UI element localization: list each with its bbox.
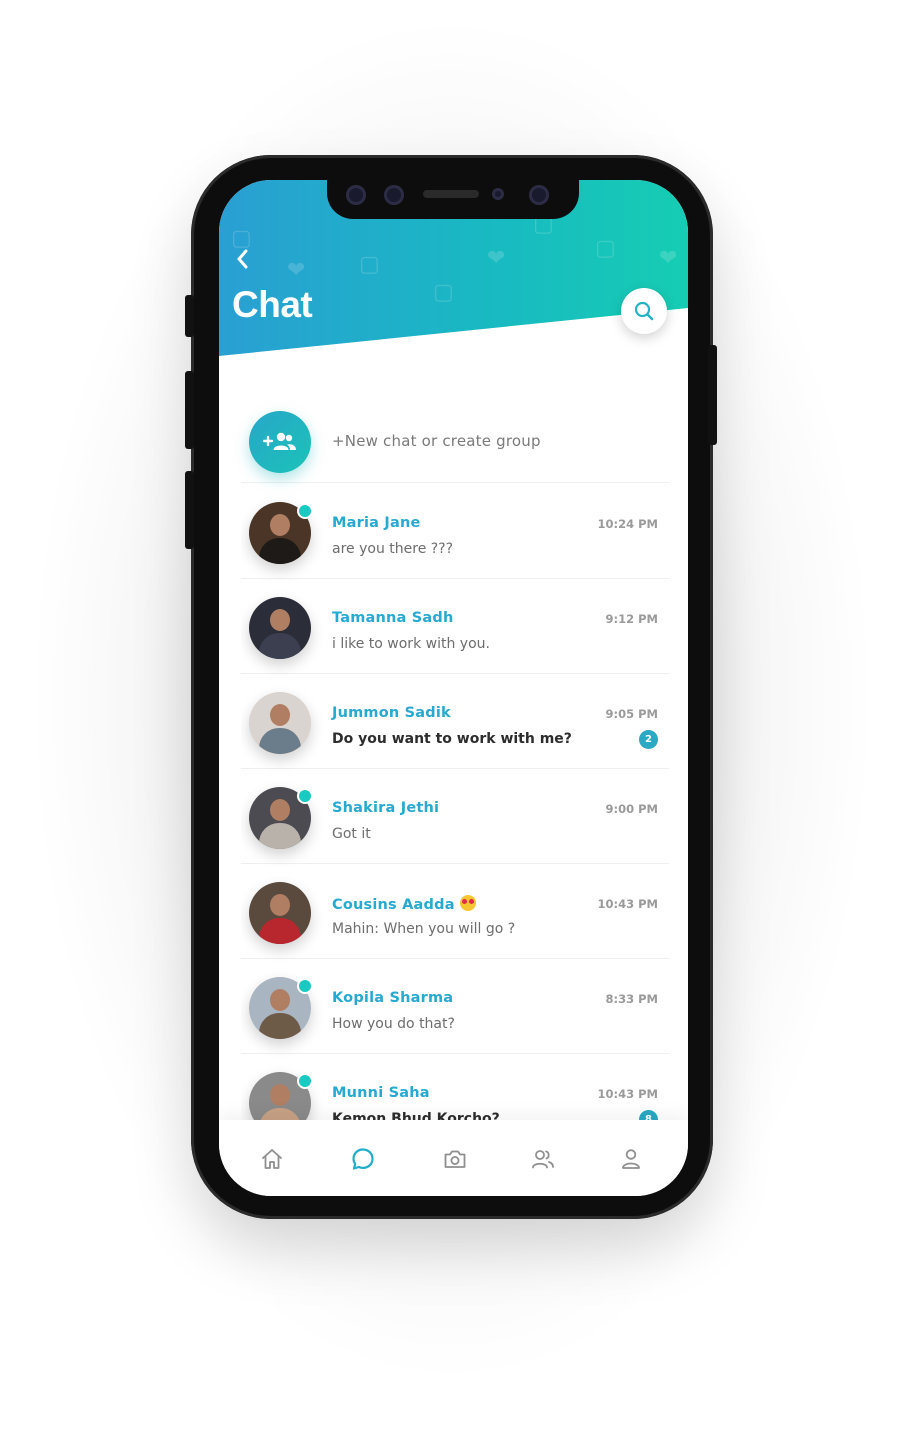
chat-row[interactable]: Maria Jane are you there ??? 10:24 PM bbox=[241, 484, 669, 579]
chat-row[interactable]: Munni Saha Kemon Bhud Korcho? 10:43 PM 8 bbox=[241, 1054, 669, 1120]
online-indicator bbox=[297, 503, 313, 519]
contact-name: Shakira Jethi bbox=[332, 800, 440, 816]
home-icon bbox=[262, 1149, 282, 1169]
message-time: 10:43 PM bbox=[597, 1087, 658, 1101]
heart-pattern-icon: ❤ bbox=[659, 246, 678, 271]
chat-row[interactable]: Shakira Jethi Got it 9:00 PM bbox=[241, 769, 669, 864]
silent-switch bbox=[185, 295, 194, 337]
add-group-icon bbox=[249, 411, 311, 473]
new-chat-label: +New chat or create group bbox=[332, 432, 541, 450]
camera-icon bbox=[444, 1150, 466, 1168]
last-message: i like to work with you. bbox=[332, 636, 490, 652]
phone-frame: ▢ ❤ ▢ ▢ ❤ ▢ ❤ ▢ Chat +New chat or create… bbox=[185, 155, 717, 1219]
proximity-sensor-icon bbox=[492, 188, 504, 200]
app-screen: ▢ ❤ ▢ ▢ ❤ ▢ ❤ ▢ Chat +New chat or create… bbox=[219, 180, 688, 1196]
message-time: 9:00 PM bbox=[605, 802, 658, 816]
contact-name: Kopila Sharma bbox=[332, 990, 454, 1006]
contact-name: Munni Saha bbox=[332, 1085, 430, 1101]
chat-row[interactable]: Jummon Sadik Do you want to work with me… bbox=[241, 674, 669, 769]
message-pattern-icon: ▢ bbox=[433, 280, 454, 305]
volume-up-button bbox=[185, 371, 194, 449]
unread-badge: 8 bbox=[639, 1110, 658, 1120]
unread-badge: 2 bbox=[639, 730, 658, 749]
message-time: 9:05 PM bbox=[605, 707, 658, 721]
front-sensor-icon bbox=[384, 185, 404, 205]
nav-profile[interactable] bbox=[618, 1146, 644, 1172]
new-chat-button[interactable]: +New chat or create group bbox=[241, 400, 669, 483]
avatar bbox=[249, 882, 311, 944]
last-message: are you there ??? bbox=[332, 541, 454, 557]
chat-row[interactable]: Tamanna Sadh i like to work with you. 9:… bbox=[241, 579, 669, 674]
profile-icon bbox=[622, 1149, 640, 1169]
contact-name: Maria Jane bbox=[332, 515, 421, 531]
heart-pattern-icon: ❤ bbox=[487, 246, 506, 271]
online-indicator bbox=[297, 788, 313, 804]
notch bbox=[327, 180, 579, 219]
online-indicator bbox=[297, 978, 313, 994]
message-pattern-icon: ▢ bbox=[359, 252, 380, 277]
message-time: 10:43 PM bbox=[597, 897, 658, 911]
chat-bubble-icon bbox=[352, 1148, 374, 1170]
avatar bbox=[249, 597, 311, 659]
people-icon bbox=[532, 1150, 554, 1169]
heart-eyes-emoji-icon bbox=[459, 895, 476, 911]
message-time: 9:12 PM bbox=[605, 612, 658, 626]
search-button[interactable] bbox=[621, 288, 667, 334]
avatar bbox=[249, 692, 311, 754]
message-time: 10:24 PM bbox=[597, 517, 658, 531]
nav-home[interactable] bbox=[259, 1146, 285, 1172]
last-message: Do you want to work with me? bbox=[332, 731, 572, 747]
nav-people[interactable] bbox=[530, 1146, 556, 1172]
message-pattern-icon: ▢ bbox=[595, 236, 616, 261]
chat-row[interactable]: Cousins Aadda Mahin: When you will go ? … bbox=[241, 864, 669, 959]
online-indicator bbox=[297, 1073, 313, 1089]
earpiece-speaker bbox=[423, 190, 479, 198]
contact-name-text: Cousins Aadda bbox=[332, 897, 455, 913]
page-title: Chat bbox=[232, 284, 313, 325]
search-icon bbox=[634, 301, 654, 321]
volume-down-button bbox=[185, 471, 194, 549]
last-message: How you do that? bbox=[332, 1016, 455, 1032]
message-pattern-icon: ▢ bbox=[231, 226, 252, 251]
last-message: Kemon Bhud Korcho? bbox=[332, 1111, 500, 1120]
front-sensor-icon bbox=[346, 185, 366, 205]
contact-name: Cousins Aadda bbox=[332, 895, 476, 913]
nav-camera[interactable] bbox=[442, 1146, 468, 1172]
chevron-left-icon bbox=[237, 249, 248, 269]
chat-list: Maria Jane are you there ??? 10:24 PM Ta… bbox=[241, 484, 669, 1120]
last-message: Got it bbox=[332, 826, 371, 842]
heart-pattern-icon: ❤ bbox=[287, 258, 306, 283]
last-message: Mahin: When you will go ? bbox=[332, 921, 516, 937]
contact-name: Jummon Sadik bbox=[332, 705, 451, 721]
contact-name: Tamanna Sadh bbox=[332, 610, 454, 626]
nav-chat[interactable] bbox=[350, 1146, 376, 1172]
power-button bbox=[708, 345, 717, 445]
chat-row[interactable]: Kopila Sharma How you do that? 8:33 PM bbox=[241, 959, 669, 1054]
bottom-nav bbox=[219, 1120, 688, 1196]
front-camera-icon bbox=[529, 185, 549, 205]
back-button[interactable] bbox=[235, 248, 261, 274]
message-time: 8:33 PM bbox=[605, 992, 658, 1006]
